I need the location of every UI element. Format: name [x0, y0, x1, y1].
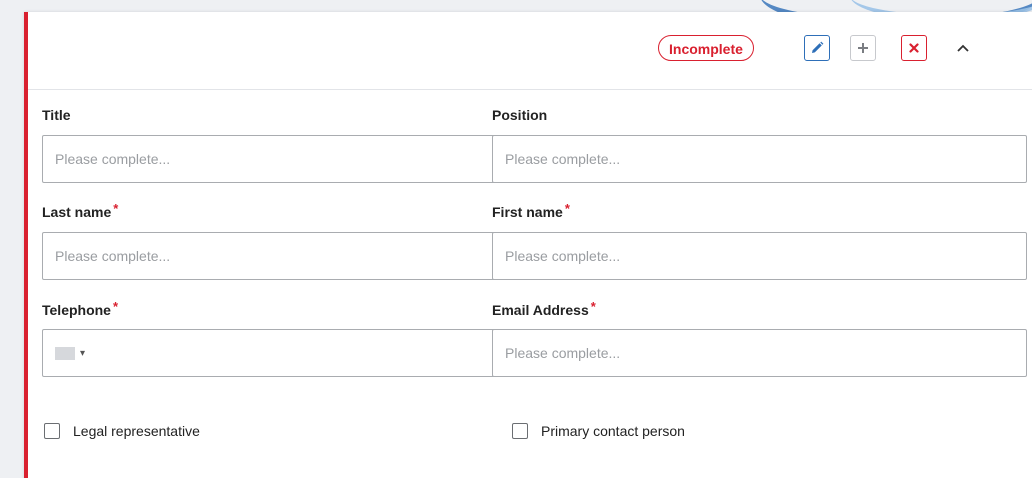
email-label-text: Email Address: [492, 302, 589, 318]
edit-button[interactable]: [804, 35, 830, 61]
add-button[interactable]: [850, 35, 876, 61]
last-name-label: Last name *: [42, 201, 119, 220]
plus-icon: [858, 43, 868, 53]
page: Incomplete Title Please complete... Posi…: [0, 0, 1032, 478]
required-marker: *: [590, 299, 596, 314]
telephone-label: Telephone *: [42, 299, 119, 318]
required-marker: *: [564, 201, 570, 216]
title-label-text: Title: [42, 107, 71, 123]
legal-representative-option[interactable]: Legal representative: [44, 423, 200, 439]
chevron-up-icon: [957, 44, 969, 52]
primary-contact-option[interactable]: Primary contact person: [512, 423, 685, 439]
primary-contact-checkbox[interactable]: [512, 423, 528, 439]
card-header: Incomplete: [28, 12, 1032, 90]
telephone-label-text: Telephone: [42, 302, 111, 318]
last-name-label-text: Last name: [42, 204, 112, 220]
email-input[interactable]: [492, 329, 1027, 377]
first-name-label-text: First name: [492, 204, 563, 220]
legal-representative-label[interactable]: Legal representative: [73, 423, 200, 439]
required-marker: *: [113, 201, 119, 216]
first-name-label: First name *: [492, 201, 570, 220]
contact-person-card: Incomplete Title Please complete... Posi…: [24, 12, 1032, 478]
position-label: Position: [492, 107, 547, 123]
primary-contact-label[interactable]: Primary contact person: [541, 423, 685, 439]
pencil-icon: [812, 41, 824, 53]
required-marker: *: [112, 299, 119, 314]
legal-representative-checkbox[interactable]: [44, 423, 60, 439]
email-label: Email Address *: [492, 299, 596, 318]
remove-button[interactable]: [901, 35, 927, 61]
title-label: Title: [42, 107, 71, 123]
position-label-text: Position: [492, 107, 548, 123]
status-badge: Incomplete: [658, 35, 754, 61]
collapse-button[interactable]: [950, 35, 976, 61]
close-icon: [909, 43, 919, 53]
position-input[interactable]: [492, 135, 1027, 183]
first-name-input[interactable]: [492, 232, 1027, 280]
country-flag-icon[interactable]: [55, 346, 75, 360]
country-caret-icon[interactable]: ▾: [80, 348, 85, 359]
